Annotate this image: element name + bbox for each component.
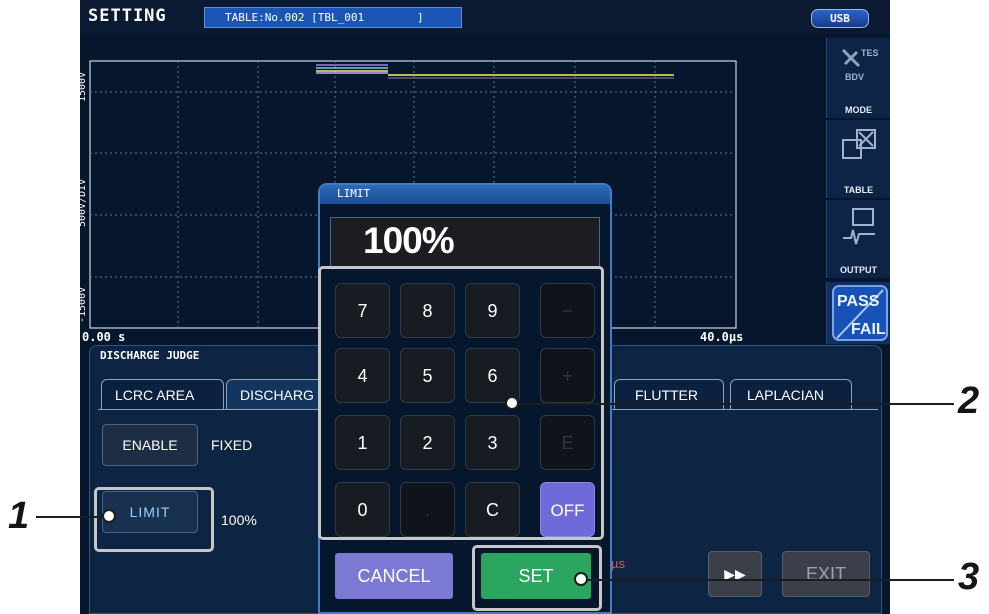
table-icon: [842, 129, 876, 159]
pass-fail-icon: PASS FAIL: [832, 285, 888, 341]
waveform-traces: [316, 64, 674, 79]
callout-1-dot: [102, 509, 116, 523]
svg-text:PASS: PASS: [837, 293, 880, 310]
tab-lcrc-area[interactable]: LCRC AREA: [101, 379, 224, 409]
callout-2-dot: [505, 396, 519, 410]
callout-2-line: [514, 403, 954, 405]
mode-label: MODE: [845, 105, 872, 115]
svg-text:FAIL: FAIL: [851, 321, 886, 338]
screen-title: SETTING: [88, 6, 167, 26]
test-bdv-icon: TEST BDV: [841, 48, 879, 82]
callout-1-line: [36, 516, 106, 518]
fast-forward-button[interactable]: ▶▶: [708, 551, 762, 597]
callout-3-line: [584, 579, 954, 581]
exit-button[interactable]: EXIT: [782, 551, 870, 597]
y-bottom-label: -1500V: [80, 286, 88, 323]
pass-fail-button[interactable]: PASS FAIL: [826, 282, 890, 344]
x-start-label: 0.00 s: [82, 330, 126, 344]
y-top-label: 1500V: [80, 71, 88, 102]
mode-button[interactable]: TEST BDV MODE: [826, 38, 890, 118]
callout-3-number: 3: [958, 556, 980, 598]
usb-button[interactable]: USB: [811, 9, 869, 28]
table-indicator[interactable]: TABLE:No.002 [TBL_001 ]: [204, 7, 462, 28]
top-bar: SETTING TABLE:No.002 [TBL_001 ] USB: [80, 0, 890, 34]
table-button[interactable]: TABLE: [826, 120, 890, 198]
limit-value: 100%: [221, 512, 257, 528]
output-button[interactable]: OUTPUT: [826, 200, 890, 278]
enable-value: FIXED: [211, 437, 253, 453]
output-icon: [843, 208, 875, 245]
callout-3-dot: [574, 572, 588, 586]
tab-discharge[interactable]: DISCHARG: [226, 379, 326, 409]
value-display: 100%: [330, 217, 600, 267]
svg-text:TEST: TEST: [861, 48, 879, 58]
x-end-label: 40.0µs: [700, 330, 744, 344]
table-label: TABLE: [843, 185, 874, 195]
enable-button[interactable]: ENABLE: [102, 424, 198, 466]
y-scale-label: 500V/DIV: [80, 178, 88, 227]
dialog-title: LIMIT: [320, 185, 610, 204]
panel-header: DISCHARGE JUDGE: [100, 349, 200, 362]
partial-unit-text: µs: [611, 556, 625, 571]
callout-2-number: 2: [958, 380, 980, 422]
cancel-button[interactable]: CANCEL: [335, 553, 453, 599]
output-label: OUTPUT: [840, 265, 877, 275]
callout-1-number: 1: [8, 495, 30, 537]
svg-text:BDV: BDV: [845, 72, 864, 82]
